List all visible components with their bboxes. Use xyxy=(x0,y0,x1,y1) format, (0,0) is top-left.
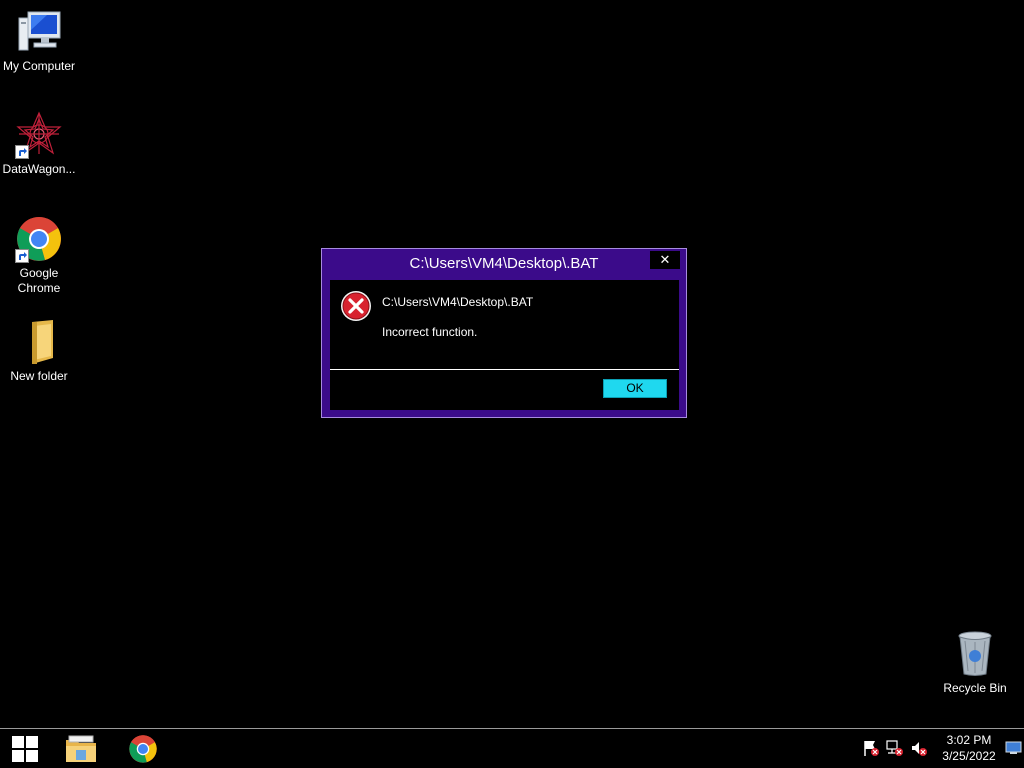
dialog-close-button[interactable]: ✕ xyxy=(650,251,680,269)
desktop-icon-datawagon[interactable]: DataWagon... xyxy=(0,111,78,177)
ok-button[interactable]: OK xyxy=(603,379,667,398)
windows-logo-icon xyxy=(12,735,38,762)
taskbar: 3:02 PM 3/25/2022 xyxy=(0,728,1024,768)
dialog-divider xyxy=(330,369,679,370)
desktop-icon-label: Google Chrome xyxy=(17,266,61,295)
taskbar-clock[interactable]: 3:02 PM 3/25/2022 xyxy=(934,732,1004,764)
desktop-icon-label: My Computer xyxy=(2,59,76,73)
desktop-icon-recycle-bin[interactable]: Recycle Bin xyxy=(936,630,1014,696)
network-icon[interactable] xyxy=(886,739,904,757)
desktop-preview-icon xyxy=(1005,741,1022,754)
dialog-content: C:\Users\VM4\Desktop\.BAT Incorrect func… xyxy=(330,280,679,410)
shortcut-arrow-icon xyxy=(15,145,29,159)
dialog-message-title: C:\Users\VM4\Desktop\.BAT xyxy=(382,295,534,309)
dialog-message-text: Incorrect function. xyxy=(382,325,478,339)
shortcut-arrow-icon xyxy=(15,249,29,263)
dialog-title: C:\Users\VM4\Desktop\.BAT xyxy=(409,255,599,272)
start-button[interactable] xyxy=(0,729,50,768)
desktop-icon-google-chrome[interactable]: Google Chrome xyxy=(0,215,78,296)
datawagon-icon xyxy=(15,111,63,159)
taskbar-chrome[interactable] xyxy=(115,729,171,768)
error-icon xyxy=(340,290,372,322)
dialog-titlebar[interactable]: C:\Users\VM4\Desktop\.BAT ✕ xyxy=(322,249,686,280)
error-dialog: C:\Users\VM4\Desktop\.BAT ✕ C:\Users\VM4… xyxy=(321,248,687,418)
clock-date: 3/25/2022 xyxy=(942,749,996,763)
desktop-icon-label: Recycle Bin xyxy=(943,681,1007,695)
chrome-icon xyxy=(129,734,157,763)
taskbar-file-explorer[interactable] xyxy=(53,729,109,768)
action-center-flag-icon[interactable] xyxy=(862,739,880,757)
desktop: My Computer DataWagon... Google Chrome N… xyxy=(0,0,1024,728)
volume-muted-icon[interactable] xyxy=(910,739,928,757)
folder-icon xyxy=(15,318,63,366)
desktop-icon-new-folder[interactable]: New folder xyxy=(0,318,78,384)
clock-time: 3:02 PM xyxy=(946,733,992,747)
desktop-icon-label: New folder xyxy=(10,369,68,383)
file-explorer-icon xyxy=(66,735,96,762)
chrome-icon xyxy=(15,215,63,263)
computer-icon xyxy=(15,8,63,56)
recycle-bin-icon xyxy=(951,630,999,678)
desktop-icon-label: DataWagon... xyxy=(2,162,76,176)
show-desktop-button[interactable] xyxy=(1005,739,1022,756)
desktop-icon-my-computer[interactable]: My Computer xyxy=(0,8,78,74)
